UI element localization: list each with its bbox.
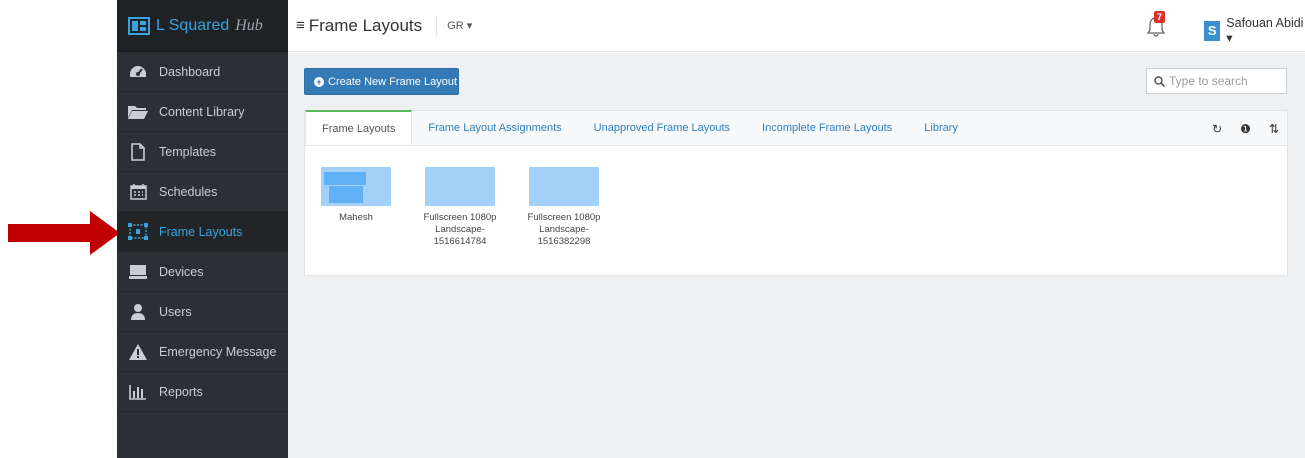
create-frame-layout-button[interactable]: + Create New Frame Layout <box>304 68 459 95</box>
sidebar-item-label: Content Library <box>159 104 245 119</box>
layout-grid: Mahesh Fullscreen 1080p Landscape-151661… <box>321 167 600 248</box>
brand[interactable]: L Squared Hub <box>117 0 288 52</box>
layout-name: Mahesh <box>339 212 373 223</box>
plus-icon: + <box>314 76 324 87</box>
sidebar-item-label: Frame Layouts <box>159 224 243 239</box>
dashboard-icon <box>127 63 149 81</box>
annotation-arrow-icon <box>8 211 120 255</box>
refresh-icon[interactable]: ↻ <box>1212 122 1222 136</box>
top-bar: ≡ Frame Layouts GR ▾ 7 S Safouan Abidi ▾ <box>288 0 1305 52</box>
sidebar-item-label: Emergency Message <box>159 344 277 359</box>
tab-frame-layouts[interactable]: Frame Layouts <box>305 110 413 145</box>
tab-incomplete-frame-layouts[interactable]: Incomplete Frame Layouts <box>746 110 908 145</box>
frame-layout-icon <box>127 223 149 241</box>
calendar-icon <box>127 183 149 201</box>
sidebar-item-content-library[interactable]: Content Library <box>117 92 288 132</box>
sidebar-item-users[interactable]: Users <box>117 292 288 332</box>
file-icon <box>127 142 149 161</box>
sidebar-item-emergency-message[interactable]: Emergency Message <box>117 332 288 372</box>
layout-thumbnail <box>529 167 599 206</box>
sidebar-item-frame-layouts[interactable]: Frame Layouts <box>117 212 288 252</box>
group-dropdown[interactable]: GR ▾ <box>447 19 472 32</box>
user-name: Safouan Abidi ▾ <box>1226 16 1304 45</box>
page-title-text: Frame Layouts <box>308 15 423 35</box>
sidebar-nav: Dashboard Content Library Templates Sche… <box>117 52 288 412</box>
tab-frame-layout-assignments[interactable]: Frame Layout Assignments <box>412 110 577 145</box>
app-window: L Squared Hub Dashboard Content Library <box>0 0 1305 458</box>
search-icon <box>1154 75 1165 87</box>
layout-name: Fullscreen 1080p Landscape-1516382298 <box>527 212 601 247</box>
sidebar-item-label: Templates <box>159 144 216 159</box>
layout-card[interactable]: Fullscreen 1080p Landscape-1516382298 <box>528 167 600 248</box>
tab-tools: ↻ ❶ ⇅ <box>1212 111 1279 146</box>
sidebar-item-devices[interactable]: Devices <box>117 252 288 292</box>
layout-thumbnail <box>321 167 391 206</box>
layout-name: Fullscreen 1080p Landscape-1516614784 <box>423 212 497 247</box>
page-title: ≡ Frame Layouts <box>296 16 422 36</box>
sidebar-item-label: Users <box>159 304 192 319</box>
layout-card[interactable]: Mahesh <box>321 167 391 248</box>
logo-icon <box>128 16 150 35</box>
sort-icon[interactable]: ⇅ <box>1269 122 1279 136</box>
layout-zone <box>324 172 366 185</box>
sidebar-item-label: Dashboard <box>159 64 221 79</box>
tab-bar: Frame Layouts Frame Layout Assignments U… <box>305 110 1287 146</box>
sidebar-item-templates[interactable]: Templates <box>117 132 288 172</box>
notification-badge: 7 <box>1154 11 1166 23</box>
sidebar-item-label: Schedules <box>159 184 218 199</box>
layout-thumbnail <box>425 167 495 206</box>
user-menu[interactable]: S Safouan Abidi ▾ <box>1204 16 1305 45</box>
sidebar-item-reports[interactable]: Reports <box>117 372 288 412</box>
search-box[interactable] <box>1146 68 1287 94</box>
tab-library[interactable]: Library <box>908 110 974 145</box>
brand-suffix: Hub <box>235 16 263 34</box>
sidebar-item-dashboard[interactable]: Dashboard <box>117 52 288 92</box>
divider <box>436 15 438 36</box>
menu-toggle-icon[interactable]: ≡ <box>296 17 305 34</box>
warning-icon <box>127 343 149 361</box>
folder-icon <box>127 103 149 121</box>
frame-layouts-panel: Frame Layouts Frame Layout Assignments U… <box>304 110 1288 276</box>
info-icon[interactable]: ❶ <box>1240 122 1251 136</box>
bar-chart-icon <box>127 383 149 401</box>
avatar: S <box>1204 20 1221 41</box>
sidebar-item-schedules[interactable]: Schedules <box>117 172 288 212</box>
layout-card[interactable]: Fullscreen 1080p Landscape-1516614784 <box>424 167 496 248</box>
user-icon <box>127 303 149 321</box>
sidebar-item-label: Devices <box>159 264 204 279</box>
device-icon <box>127 263 149 281</box>
create-frame-layout-label: Create New Frame Layout <box>328 75 457 88</box>
main-content: + Create New Frame Layout Frame Layouts … <box>288 53 1305 458</box>
sidebar: L Squared Hub Dashboard Content Library <box>117 0 288 458</box>
brand-name: L Squared <box>156 16 230 34</box>
search-input[interactable] <box>1169 74 1279 88</box>
sidebar-item-label: Reports <box>159 384 203 399</box>
tab-unapproved-frame-layouts[interactable]: Unapproved Frame Layouts <box>578 110 746 145</box>
layout-zone <box>329 186 363 203</box>
